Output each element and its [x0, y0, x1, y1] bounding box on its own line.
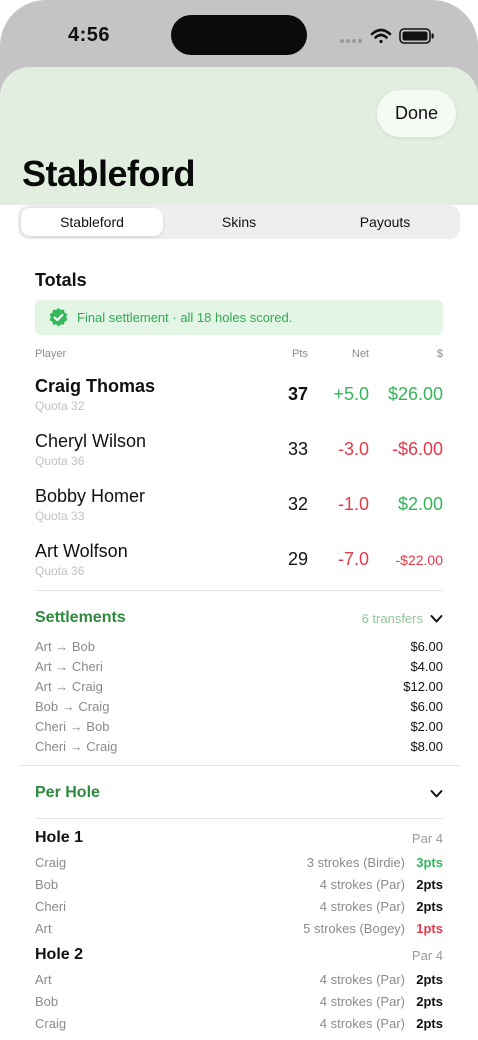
hole-points: 2pts	[416, 994, 443, 1009]
tab-payouts[interactable]: Payouts	[313, 208, 457, 236]
hole-par: Par 4	[411, 831, 443, 846]
hole-points: 2pts	[416, 1016, 443, 1031]
hole-points: 3pts	[416, 855, 443, 870]
wifi-icon	[370, 28, 392, 44]
col-player: Player	[35, 348, 67, 360]
banner-text: Final settlement · all 18 holes scored.	[77, 310, 293, 325]
col-pts: Pts	[292, 348, 308, 360]
settlement-amount: $4.00	[410, 659, 443, 674]
settlements-toggle[interactable]: 6 transfers	[323, 611, 443, 629]
player-name: Cheryl Wilson	[35, 431, 147, 451]
hole-strokes: 4 strokes (Par)	[319, 877, 405, 892]
player-pts: 37	[287, 384, 308, 404]
settlement-amount: $2.00	[410, 719, 443, 734]
settlement-label: Art → Cheri	[35, 659, 103, 674]
dynamic-island	[171, 15, 307, 55]
device-frame: 4:56 Done Stableford Stableford Skins Pa…	[0, 0, 478, 1040]
settlement-label: Art → Craig	[35, 679, 103, 694]
per-hole-toggle[interactable]: Per Hole	[18, 774, 460, 814]
player-money: -$22.00	[395, 552, 443, 568]
status-bar: 4:56	[0, 0, 478, 70]
settlement-label: Art → Bob	[35, 639, 95, 654]
settlement-amount: $6.00	[410, 699, 443, 714]
player-quota: Quota 32	[35, 399, 85, 413]
player-quota: Quota 36	[35, 564, 85, 578]
settlement-amount: $12.00	[403, 679, 443, 694]
settlement-label: Cheri → Bob	[35, 719, 110, 734]
hole-strokes: 5 strokes (Bogey)	[303, 921, 405, 936]
checkmark-seal-icon	[49, 307, 68, 327]
player-quota: Quota 36	[35, 454, 85, 468]
battery-icon	[399, 28, 434, 44]
settlement-amount: $6.00	[410, 639, 443, 654]
player-money: $2.00	[397, 494, 443, 514]
hole-par: Par 4	[411, 948, 443, 963]
settlements-summary: 6 transfers	[361, 611, 423, 626]
hole-points: 2pts	[416, 899, 443, 914]
player-pts: 29	[287, 549, 308, 569]
hole-points: 2pts	[416, 877, 443, 892]
hole-strokes: 4 strokes (Par)	[319, 1016, 405, 1031]
hole-player: Bob	[35, 877, 59, 892]
player-pts: 32	[287, 494, 308, 514]
chevron-down-icon	[430, 615, 443, 623]
hole-player: Bob	[35, 994, 59, 1009]
hole-player: Craig	[35, 855, 67, 870]
hole-points: 1pts	[416, 921, 443, 936]
settlement-label: Cheri → Craig	[35, 739, 118, 754]
status-time: 4:56	[68, 24, 111, 46]
segmented-control: Stableford Skins Payouts	[18, 205, 460, 239]
hole-strokes: 4 strokes (Par)	[319, 899, 405, 914]
totals-heading: Totals	[35, 270, 87, 290]
sheet-header: Done Stableford	[0, 67, 478, 205]
hole-player: Art	[35, 972, 52, 987]
player-money: $26.00	[387, 384, 443, 404]
tab-skins[interactable]: Skins	[167, 208, 311, 236]
hole-title: Hole 2	[35, 946, 84, 963]
hole-title: Hole 1	[35, 829, 84, 846]
hole-strokes: 4 strokes (Par)	[319, 994, 405, 1009]
settlement-label: Bob → Craig	[35, 699, 110, 714]
settlement-amount: $8.00	[410, 739, 443, 754]
page-title: Stableford	[22, 153, 196, 194]
player-quota: Quota 33	[35, 509, 85, 523]
tab-stableford[interactable]: Stableford	[21, 208, 163, 236]
divider	[35, 818, 443, 819]
status-icons	[340, 28, 434, 44]
player-name: Art Wolfson	[35, 541, 128, 561]
settlement-banner: Final settlement · all 18 holes scored.	[35, 300, 443, 335]
hole-player: Craig	[35, 1016, 67, 1031]
player-name: Bobby Homer	[35, 486, 146, 506]
player-money: -$6.00	[391, 439, 443, 459]
col-money: $	[436, 348, 443, 360]
hole-player: Cheri	[35, 899, 67, 914]
hole-strokes: 4 strokes (Par)	[319, 972, 405, 987]
done-button[interactable]: Done	[377, 90, 456, 137]
hole-strokes: 3 strokes (Birdie)	[306, 855, 405, 870]
chevron-down-icon	[430, 790, 443, 798]
player-pts: 33	[287, 439, 308, 459]
divider	[35, 590, 443, 591]
hole-points: 2pts	[416, 972, 443, 987]
signal-icon	[340, 39, 362, 43]
divider	[18, 765, 460, 766]
settlements-title: Settlements	[35, 609, 126, 626]
per-hole-title: Per Hole	[35, 784, 100, 801]
hole-player: Art	[35, 921, 52, 936]
player-name: Craig Thomas	[35, 376, 156, 396]
